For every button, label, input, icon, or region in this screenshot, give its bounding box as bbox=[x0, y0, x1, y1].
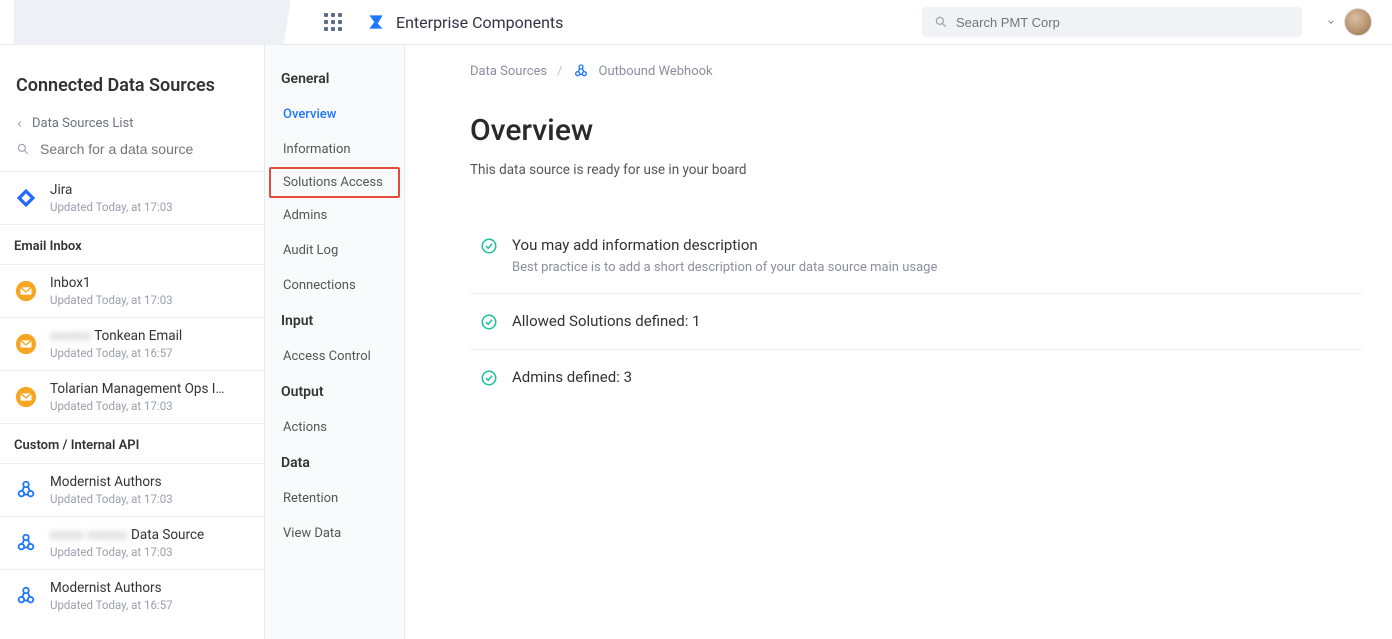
list-item-name: Modernist Authors bbox=[50, 474, 173, 490]
nav-group-title: Input bbox=[265, 313, 404, 339]
list-item-name: Tolarian Management Ops I… bbox=[50, 381, 225, 397]
nav-view-data[interactable]: View Data bbox=[265, 516, 404, 551]
global-search-input[interactable] bbox=[956, 15, 1290, 30]
check-circle-icon bbox=[480, 369, 498, 387]
page-subtitle: This data source is ready for use in you… bbox=[470, 162, 1362, 178]
webhook-icon bbox=[14, 531, 38, 555]
breadcrumb-leaf: Outbound Webhook bbox=[599, 64, 713, 79]
list-item[interactable]: Modernist Authors Updated Today, at 17:0… bbox=[0, 463, 264, 516]
left-search[interactable] bbox=[0, 141, 264, 171]
avatar[interactable] bbox=[1344, 8, 1372, 36]
list-item[interactable]: xxxxx xxxxxx Data Source Updated Today, … bbox=[0, 516, 264, 569]
webhook-icon bbox=[14, 478, 38, 502]
nav-group-title: Output bbox=[265, 384, 404, 410]
apps-grid-icon[interactable] bbox=[324, 13, 342, 31]
list-item-name: xxxxx xxxxxx Data Source bbox=[50, 527, 204, 543]
top-right bbox=[1326, 8, 1372, 36]
list-item-sub: Updated Today, at 17:03 bbox=[50, 492, 173, 506]
page-title: Overview bbox=[470, 113, 1362, 148]
email-icon bbox=[14, 385, 38, 409]
back-link-label: Data Sources List bbox=[32, 116, 134, 131]
nav-group-title: General bbox=[265, 71, 404, 97]
brand-logo-icon bbox=[366, 12, 386, 32]
nav-overview[interactable]: Overview bbox=[265, 97, 404, 132]
check-row: You may add information description Best… bbox=[470, 218, 1362, 294]
check-title: Allowed Solutions defined: 1 bbox=[512, 312, 700, 330]
nav-admins[interactable]: Admins bbox=[265, 198, 404, 233]
left-section-label: Custom / Internal API bbox=[0, 423, 264, 463]
list-item-name: Inbox1 bbox=[50, 275, 173, 291]
list-item-sub: Updated Today, at 17:03 bbox=[50, 399, 225, 413]
topbar-bg bbox=[14, 0, 324, 45]
back-link[interactable]: Data Sources List bbox=[0, 116, 264, 141]
check-circle-icon bbox=[480, 313, 498, 331]
left-section-label: Email Inbox bbox=[0, 224, 264, 264]
nav-audit-log[interactable]: Audit Log bbox=[265, 233, 404, 268]
list-item[interactable]: xxxxxx Tonkean Email Updated Today, at 1… bbox=[0, 317, 264, 370]
list-item-sub: Updated Today, at 16:57 bbox=[50, 346, 182, 360]
app-title: Enterprise Components bbox=[396, 13, 563, 32]
left-search-input[interactable] bbox=[40, 141, 248, 157]
check-title: You may add information description bbox=[512, 236, 937, 254]
chevron-left-icon bbox=[16, 119, 24, 129]
list-item-name: xxxxxx Tonkean Email bbox=[50, 328, 182, 344]
breadcrumb-root[interactable]: Data Sources bbox=[470, 64, 547, 79]
nav-actions[interactable]: Actions bbox=[265, 410, 404, 445]
list-item[interactable]: Modernist Authors Updated Today, at 16:5… bbox=[0, 569, 264, 622]
check-sub: Best practice is to add a short descript… bbox=[512, 260, 937, 275]
list-item-name: Modernist Authors bbox=[50, 580, 173, 596]
webhook-icon bbox=[573, 63, 589, 79]
scrollbar[interactable] bbox=[264, 245, 265, 545]
top-bar: Enterprise Components bbox=[0, 0, 1392, 45]
breadcrumb: Data Sources / Outbound Webhook bbox=[470, 63, 1362, 79]
main: Data Sources / Outbound Webhook Overview… bbox=[405, 45, 1392, 639]
left-title: Connected Data Sources bbox=[0, 45, 264, 116]
list-item[interactable]: Jira Updated Today, at 17:03 bbox=[0, 171, 264, 224]
email-icon bbox=[14, 332, 38, 356]
list-item[interactable]: Tolarian Management Ops I… Updated Today… bbox=[0, 370, 264, 423]
list-item-sub: Updated Today, at 17:03 bbox=[50, 293, 173, 307]
list-item-sub: Updated Today, at 16:57 bbox=[50, 598, 173, 612]
search-icon bbox=[934, 15, 948, 29]
breadcrumb-sep: / bbox=[557, 64, 562, 79]
nav-information[interactable]: Information bbox=[265, 132, 404, 167]
global-search[interactable] bbox=[922, 7, 1302, 37]
nav-retention[interactable]: Retention bbox=[265, 481, 404, 516]
check-row: Admins defined: 3 bbox=[470, 350, 1362, 405]
list-item-sub: Updated Today, at 17:03 bbox=[50, 200, 173, 214]
nav-access-control[interactable]: Access Control bbox=[265, 339, 404, 374]
jira-icon bbox=[14, 186, 38, 210]
list-item[interactable]: Inbox1 Updated Today, at 17:03 bbox=[0, 264, 264, 317]
list-item-sub: Updated Today, at 17:03 bbox=[50, 545, 204, 559]
layout: Connected Data Sources Data Sources List… bbox=[0, 45, 1392, 639]
checks-list: You may add information description Best… bbox=[470, 218, 1362, 405]
check-title: Admins defined: 3 bbox=[512, 368, 632, 386]
settings-nav: General Overview Information Solutions A… bbox=[265, 45, 405, 639]
nav-connections[interactable]: Connections bbox=[265, 268, 404, 303]
webhook-icon bbox=[14, 584, 38, 608]
nav-solutions-access[interactable]: Solutions Access bbox=[269, 167, 400, 198]
list-item-name: Jira bbox=[50, 182, 173, 198]
check-circle-icon bbox=[480, 237, 498, 255]
left-panel: Connected Data Sources Data Sources List… bbox=[0, 45, 265, 639]
email-icon bbox=[14, 279, 38, 303]
nav-group-title: Data bbox=[265, 455, 404, 481]
search-icon bbox=[16, 142, 30, 156]
chevron-down-icon[interactable] bbox=[1326, 17, 1336, 27]
check-row: Allowed Solutions defined: 1 bbox=[470, 294, 1362, 350]
